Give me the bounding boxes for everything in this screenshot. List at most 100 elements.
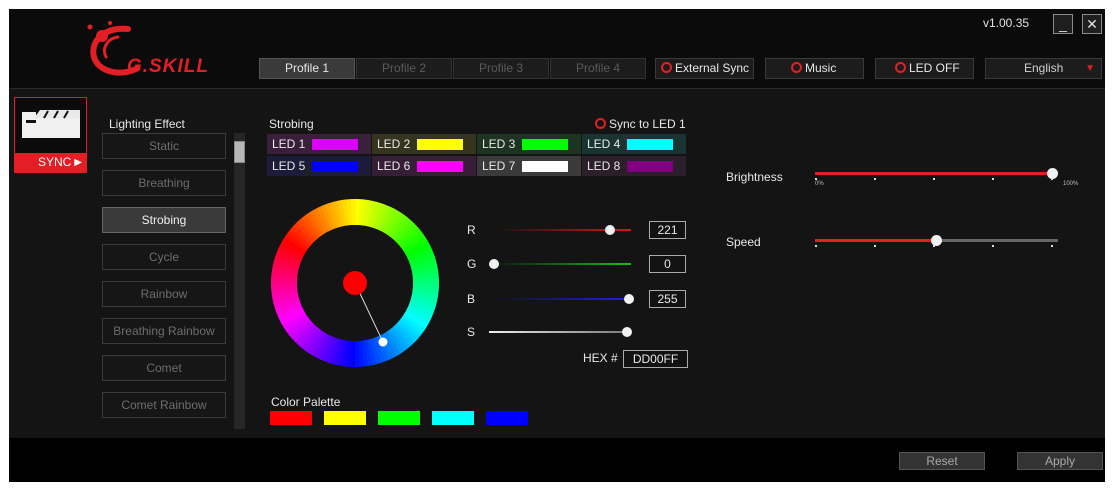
wheel-handle[interactable]: [378, 337, 388, 347]
brightness-slider[interactable]: [815, 168, 1058, 180]
close-button[interactable]: ✕: [1082, 14, 1102, 34]
g-value-input[interactable]: 0: [649, 255, 686, 273]
tab-profile-3[interactable]: Profile 3: [453, 58, 549, 79]
led-7-selector[interactable]: LED 7: [477, 156, 581, 176]
hex-input[interactable]: DD00FF: [623, 350, 688, 368]
led-off-radio-icon: [895, 62, 906, 73]
led-color-swatch: [417, 139, 463, 150]
led-color-swatch: [627, 139, 673, 150]
g-slider-knob[interactable]: [489, 259, 499, 269]
sync-button[interactable]: SYNC ▶: [15, 153, 86, 172]
slider-tick: [933, 178, 935, 180]
language-select[interactable]: English ▼: [985, 58, 1102, 79]
tab-profile-1[interactable]: Profile 1: [259, 58, 355, 79]
palette-swatch-1[interactable]: [270, 411, 312, 425]
music-button[interactable]: Music: [765, 58, 864, 79]
external-sync-button[interactable]: External Sync: [655, 58, 754, 79]
g-slider[interactable]: [489, 259, 631, 269]
reset-button[interactable]: Reset: [899, 452, 985, 470]
led-4-selector[interactable]: LED 4: [582, 134, 686, 154]
led-off-button[interactable]: LED OFF: [875, 58, 974, 79]
effect-rainbow-button[interactable]: Rainbow: [102, 281, 226, 307]
effect-static-button[interactable]: Static: [102, 133, 226, 159]
slider-tick: [874, 245, 876, 247]
effect-comet-button[interactable]: Comet: [102, 355, 226, 381]
footer-bar: Reset Apply: [9, 438, 1105, 482]
led-1-selector[interactable]: LED 1: [267, 134, 371, 154]
color-palette-title: Color Palette: [271, 395, 341, 409]
speed-slider[interactable]: [815, 235, 1058, 247]
led-color-swatch: [627, 161, 673, 172]
led-label: LED 6: [377, 159, 411, 173]
b-label: B: [467, 292, 476, 306]
led-label: LED 7: [482, 159, 516, 173]
strobing-title: Strobing: [269, 117, 314, 131]
music-label: Music: [805, 61, 837, 75]
led-label: LED 1: [272, 137, 306, 151]
r-slider-knob[interactable]: [605, 225, 615, 235]
speed-fill: [815, 239, 936, 242]
slider-tick: [815, 178, 817, 180]
effect-cycle-button[interactable]: Cycle: [102, 244, 226, 270]
effect-breathing-rainbow-button[interactable]: Breathing Rainbow: [102, 318, 226, 344]
brightness-fill: [815, 172, 1052, 175]
sync-to-led-toggle[interactable]: Sync to LED 1: [595, 117, 686, 131]
slider-tick: [992, 178, 994, 180]
lighting-effect-title: Lighting Effect: [109, 117, 185, 131]
brightness-min-label: 0%: [815, 181, 824, 187]
s-label: S: [467, 325, 476, 339]
led-5-selector[interactable]: LED 5: [267, 156, 371, 176]
s-slider-knob[interactable]: [622, 327, 632, 337]
slider-tick: [815, 245, 817, 247]
slider-tick: [933, 245, 935, 247]
led-3-selector[interactable]: LED 3: [477, 134, 581, 154]
palette-swatch-3[interactable]: [378, 411, 420, 425]
memory-module-selector[interactable]: SYNC ▶: [14, 97, 87, 173]
palette-swatch-2[interactable]: [324, 411, 366, 425]
r-value-input[interactable]: 221: [649, 221, 686, 239]
led-label: LED 3: [482, 137, 516, 151]
led-color-swatch: [522, 161, 568, 172]
led-label: LED 2: [377, 137, 411, 151]
speed-label: Speed: [726, 235, 761, 249]
palette-swatch-5[interactable]: [486, 411, 528, 425]
palette-swatch-4[interactable]: [432, 411, 474, 425]
led-off-label: LED OFF: [909, 61, 960, 75]
r-slider[interactable]: [489, 225, 631, 235]
slider-tick: [992, 245, 994, 247]
b-slider-knob[interactable]: [624, 294, 634, 304]
b-slider[interactable]: [489, 294, 634, 304]
tab-profile-4[interactable]: Profile 4: [550, 58, 646, 79]
effect-breathing-button[interactable]: Breathing: [102, 170, 226, 196]
led-label: LED 8: [587, 159, 621, 173]
led-6-selector[interactable]: LED 6: [372, 156, 476, 176]
tab-profile-2[interactable]: Profile 2: [356, 58, 452, 79]
led-color-swatch: [522, 139, 568, 150]
brightness-label: Brightness: [726, 170, 783, 184]
apply-button[interactable]: Apply: [1017, 452, 1103, 470]
sync-to-led-label: Sync to LED 1: [609, 117, 686, 131]
led-color-swatch: [312, 161, 358, 172]
language-selected-value: English: [1024, 61, 1064, 75]
header-bar: G.SKILL v1.00.35 _ ✕ Profile 1 Profile 2…: [9, 9, 1105, 89]
s-slider[interactable]: [489, 327, 632, 337]
color-wheel[interactable]: [269, 197, 441, 369]
version-label: v1.00.35: [983, 16, 1030, 30]
scrollbar-thumb[interactable]: [234, 141, 245, 163]
led-label: LED 5: [272, 159, 306, 173]
play-arrow-icon: ▶: [74, 157, 82, 168]
led-2-selector[interactable]: LED 2: [372, 134, 476, 154]
b-value-input[interactable]: 255: [649, 290, 686, 308]
sync-to-led-radio-icon: [595, 118, 606, 129]
led-label: LED 4: [587, 137, 621, 151]
memory-module-icon: [22, 110, 80, 138]
brightness-max-label: 100%: [1063, 181, 1079, 187]
effect-strobing-button[interactable]: Strobing: [102, 207, 226, 233]
slider-tick: [1051, 245, 1053, 247]
wheel-center-dot: [343, 271, 367, 295]
led-8-selector[interactable]: LED 8: [582, 156, 686, 176]
logo-text: G.SKILL: [127, 56, 209, 77]
effect-comet-rainbow-button[interactable]: Comet Rainbow: [102, 392, 226, 418]
effect-list-scrollbar[interactable]: [234, 133, 245, 429]
minimize-button[interactable]: _: [1053, 14, 1073, 34]
